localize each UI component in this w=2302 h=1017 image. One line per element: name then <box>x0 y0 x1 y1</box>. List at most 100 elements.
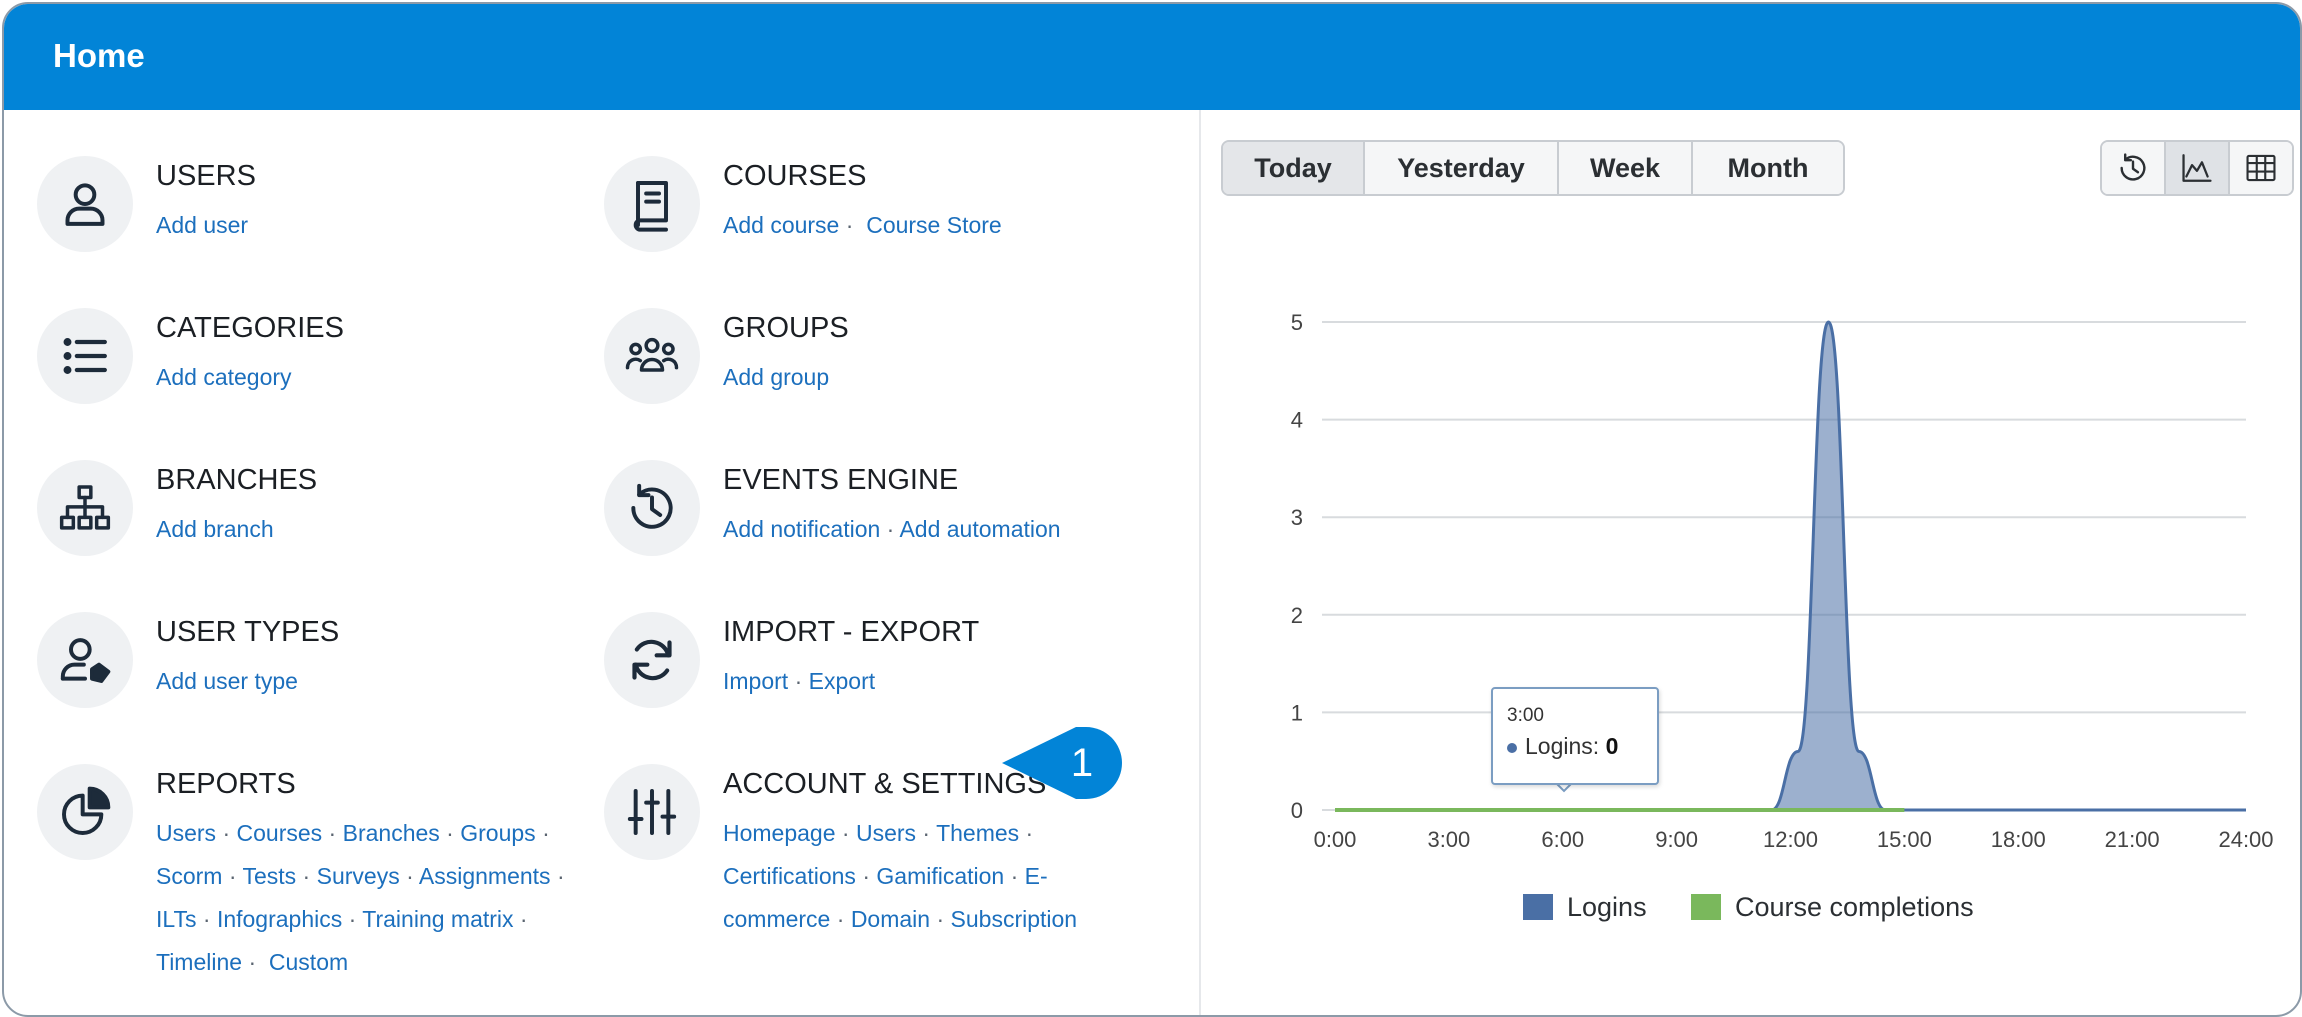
page-header: Home <box>4 4 2300 110</box>
y-tick-label: 0 <box>1291 798 1303 823</box>
links-line: Scorm · Tests · Surveys · Assignments · <box>156 863 565 889</box>
menu-links: Import · Export <box>723 668 876 694</box>
menu-title[interactable]: USER TYPES <box>156 616 339 649</box>
x-tick-label: 3:00 <box>1427 827 1470 852</box>
gamification-link[interactable]: Gamification <box>876 863 1004 889</box>
y-tick-label: 3 <box>1291 505 1303 530</box>
add-notification-link[interactable]: Add notification <box>723 516 880 542</box>
ecommerce-link-part1[interactable]: E- <box>1025 863 1048 889</box>
tooltip-value: 0 <box>1605 733 1619 759</box>
report-custom-link[interactable]: Custom <box>269 949 348 975</box>
links-line: ILTs · Infographics · Training matrix · <box>156 906 528 932</box>
x-tick-label: 24:00 <box>2218 827 2273 852</box>
menu-links: Add user <box>156 204 248 247</box>
add-category-link[interactable]: Add category <box>156 364 292 390</box>
group-icon[interactable] <box>604 308 700 404</box>
tooltip-row: Logins: 0 <box>1507 733 1618 760</box>
page-title: Home <box>53 37 145 74</box>
tooltip-time: 3:00 <box>1507 705 1544 726</box>
series-area-0 <box>1335 322 2246 810</box>
menu-links: Add notification · Add automation <box>723 516 1061 542</box>
add-branch-link[interactable]: Add branch <box>156 516 274 542</box>
x-tick-label: 0:00 <box>1314 827 1357 852</box>
menu-title[interactable]: BRANCHES <box>156 464 317 497</box>
report-training-matrix-link[interactable]: Training matrix <box>362 906 513 932</box>
activity-chart: 0 1 2 3 4 5 0:00 3:00 6:00 9:00 12:00 15:00 18:00 21:… <box>1291 310 2274 922</box>
menu-title[interactable]: CATEGORIES <box>156 312 344 345</box>
course-store-link[interactable]: Course Store <box>866 212 1002 238</box>
home-card: Home USERS Add user COURSES Add course ·… <box>2 2 2302 1017</box>
report-infographics-link[interactable]: Infographics <box>217 906 342 932</box>
menu-title[interactable]: ACCOUNT & SETTINGS <box>723 768 1046 801</box>
menu-title[interactable]: REPORTS <box>156 768 296 801</box>
menu-links: Homepage · Users · Themes · Certificatio… <box>723 812 1077 941</box>
domain-link[interactable]: Domain <box>851 906 930 932</box>
report-courses-link[interactable]: Courses <box>237 820 323 846</box>
x-tick-label: 9:00 <box>1655 827 1698 852</box>
y-tick-label: 2 <box>1291 603 1303 628</box>
ecommerce-link-part2[interactable]: commerce <box>723 906 830 932</box>
report-users-link[interactable]: Users <box>156 820 216 846</box>
menu-links: Add branch <box>156 508 274 551</box>
report-scorm-link[interactable]: Scorm <box>156 863 222 889</box>
history-icon[interactable] <box>604 460 700 556</box>
x-tick-label: 18:00 <box>1991 827 2046 852</box>
add-user-type-link[interactable]: Add user type <box>156 668 298 694</box>
legend-label-0: Logins <box>1567 892 1647 922</box>
homepage-link[interactable]: Homepage <box>723 820 836 846</box>
menu-title[interactable]: USERS <box>156 160 256 193</box>
menu-title[interactable]: EVENTS ENGINE <box>723 464 958 497</box>
settings-users-link[interactable]: Users <box>856 820 916 846</box>
menu-links: Add user type <box>156 660 298 703</box>
menu-title[interactable]: IMPORT - EXPORT <box>723 616 979 649</box>
pie-chart-icon[interactable] <box>37 764 133 860</box>
add-group-link[interactable]: Add group <box>723 364 829 390</box>
y-tick-label: 4 <box>1291 408 1303 433</box>
links-line: Certifications · Gamification · E- <box>723 863 1048 889</box>
report-timeline-link[interactable]: Timeline <box>156 949 242 975</box>
menu-title[interactable]: GROUPS <box>723 312 849 345</box>
export-link[interactable]: Export <box>809 668 875 694</box>
report-assignments-link[interactable]: Assignments <box>419 863 551 889</box>
add-course-link[interactable]: Add course <box>723 212 839 238</box>
certifications-link[interactable]: Certifications <box>723 863 856 889</box>
report-branches-link[interactable]: Branches <box>343 820 440 846</box>
callout-shape <box>1002 727 1122 799</box>
report-surveys-link[interactable]: Surveys <box>317 863 400 889</box>
sync-icon[interactable] <box>604 612 700 708</box>
y-tick-label: 1 <box>1291 700 1303 725</box>
tooltip-series: Logins <box>1525 733 1593 759</box>
links-line: Timeline · Custom <box>156 949 349 975</box>
list-icon[interactable] <box>37 308 133 404</box>
menu-panel: USERS Add user COURSES Add course · Cour… <box>4 110 1199 1015</box>
themes-link[interactable]: Themes <box>936 820 1019 846</box>
hierarchy-icon[interactable] <box>37 460 133 556</box>
sliders-icon[interactable] <box>604 764 700 860</box>
book-icon[interactable] <box>604 156 700 252</box>
callout-number: 1 <box>1071 741 1093 785</box>
x-tick-label: 12:00 <box>1763 827 1818 852</box>
subscription-link[interactable]: Subscription <box>951 906 1078 932</box>
stats-panel: Today Yesterday Week Month 0 1 2 3 4 5 0… <box>1199 110 2300 1015</box>
report-ilts-link[interactable]: ILTs <box>156 906 196 932</box>
menu-links: Users · Courses · Branches · Groups · Sc… <box>156 812 565 984</box>
menu-links: Add category <box>156 356 292 399</box>
y-tick-label: 5 <box>1291 310 1303 335</box>
import-link[interactable]: Import <box>723 668 788 694</box>
callout-marker: 1 <box>1002 727 1122 799</box>
report-tests-link[interactable]: Tests <box>242 863 296 889</box>
legend-swatch-0 <box>1523 894 1553 920</box>
add-automation-link[interactable]: Add automation <box>899 516 1060 542</box>
menu-links: Add course · Course Store <box>723 212 1002 238</box>
user-tag-icon[interactable] <box>37 612 133 708</box>
menu-title[interactable]: COURSES <box>723 160 866 193</box>
chart-tooltip: 3:00 Logins: 0 <box>1491 687 1659 785</box>
links-line: commerce · Domain · Subscription <box>723 906 1078 932</box>
users-icon[interactable] <box>37 156 133 252</box>
report-groups-link[interactable]: Groups <box>460 820 535 846</box>
legend-swatch-1 <box>1691 894 1721 920</box>
links-line: Homepage · Users · Themes · <box>723 820 1034 846</box>
series-line-0 <box>1335 320 2246 812</box>
menu-links: Add group <box>723 356 829 399</box>
add-user-link[interactable]: Add user <box>156 212 248 238</box>
